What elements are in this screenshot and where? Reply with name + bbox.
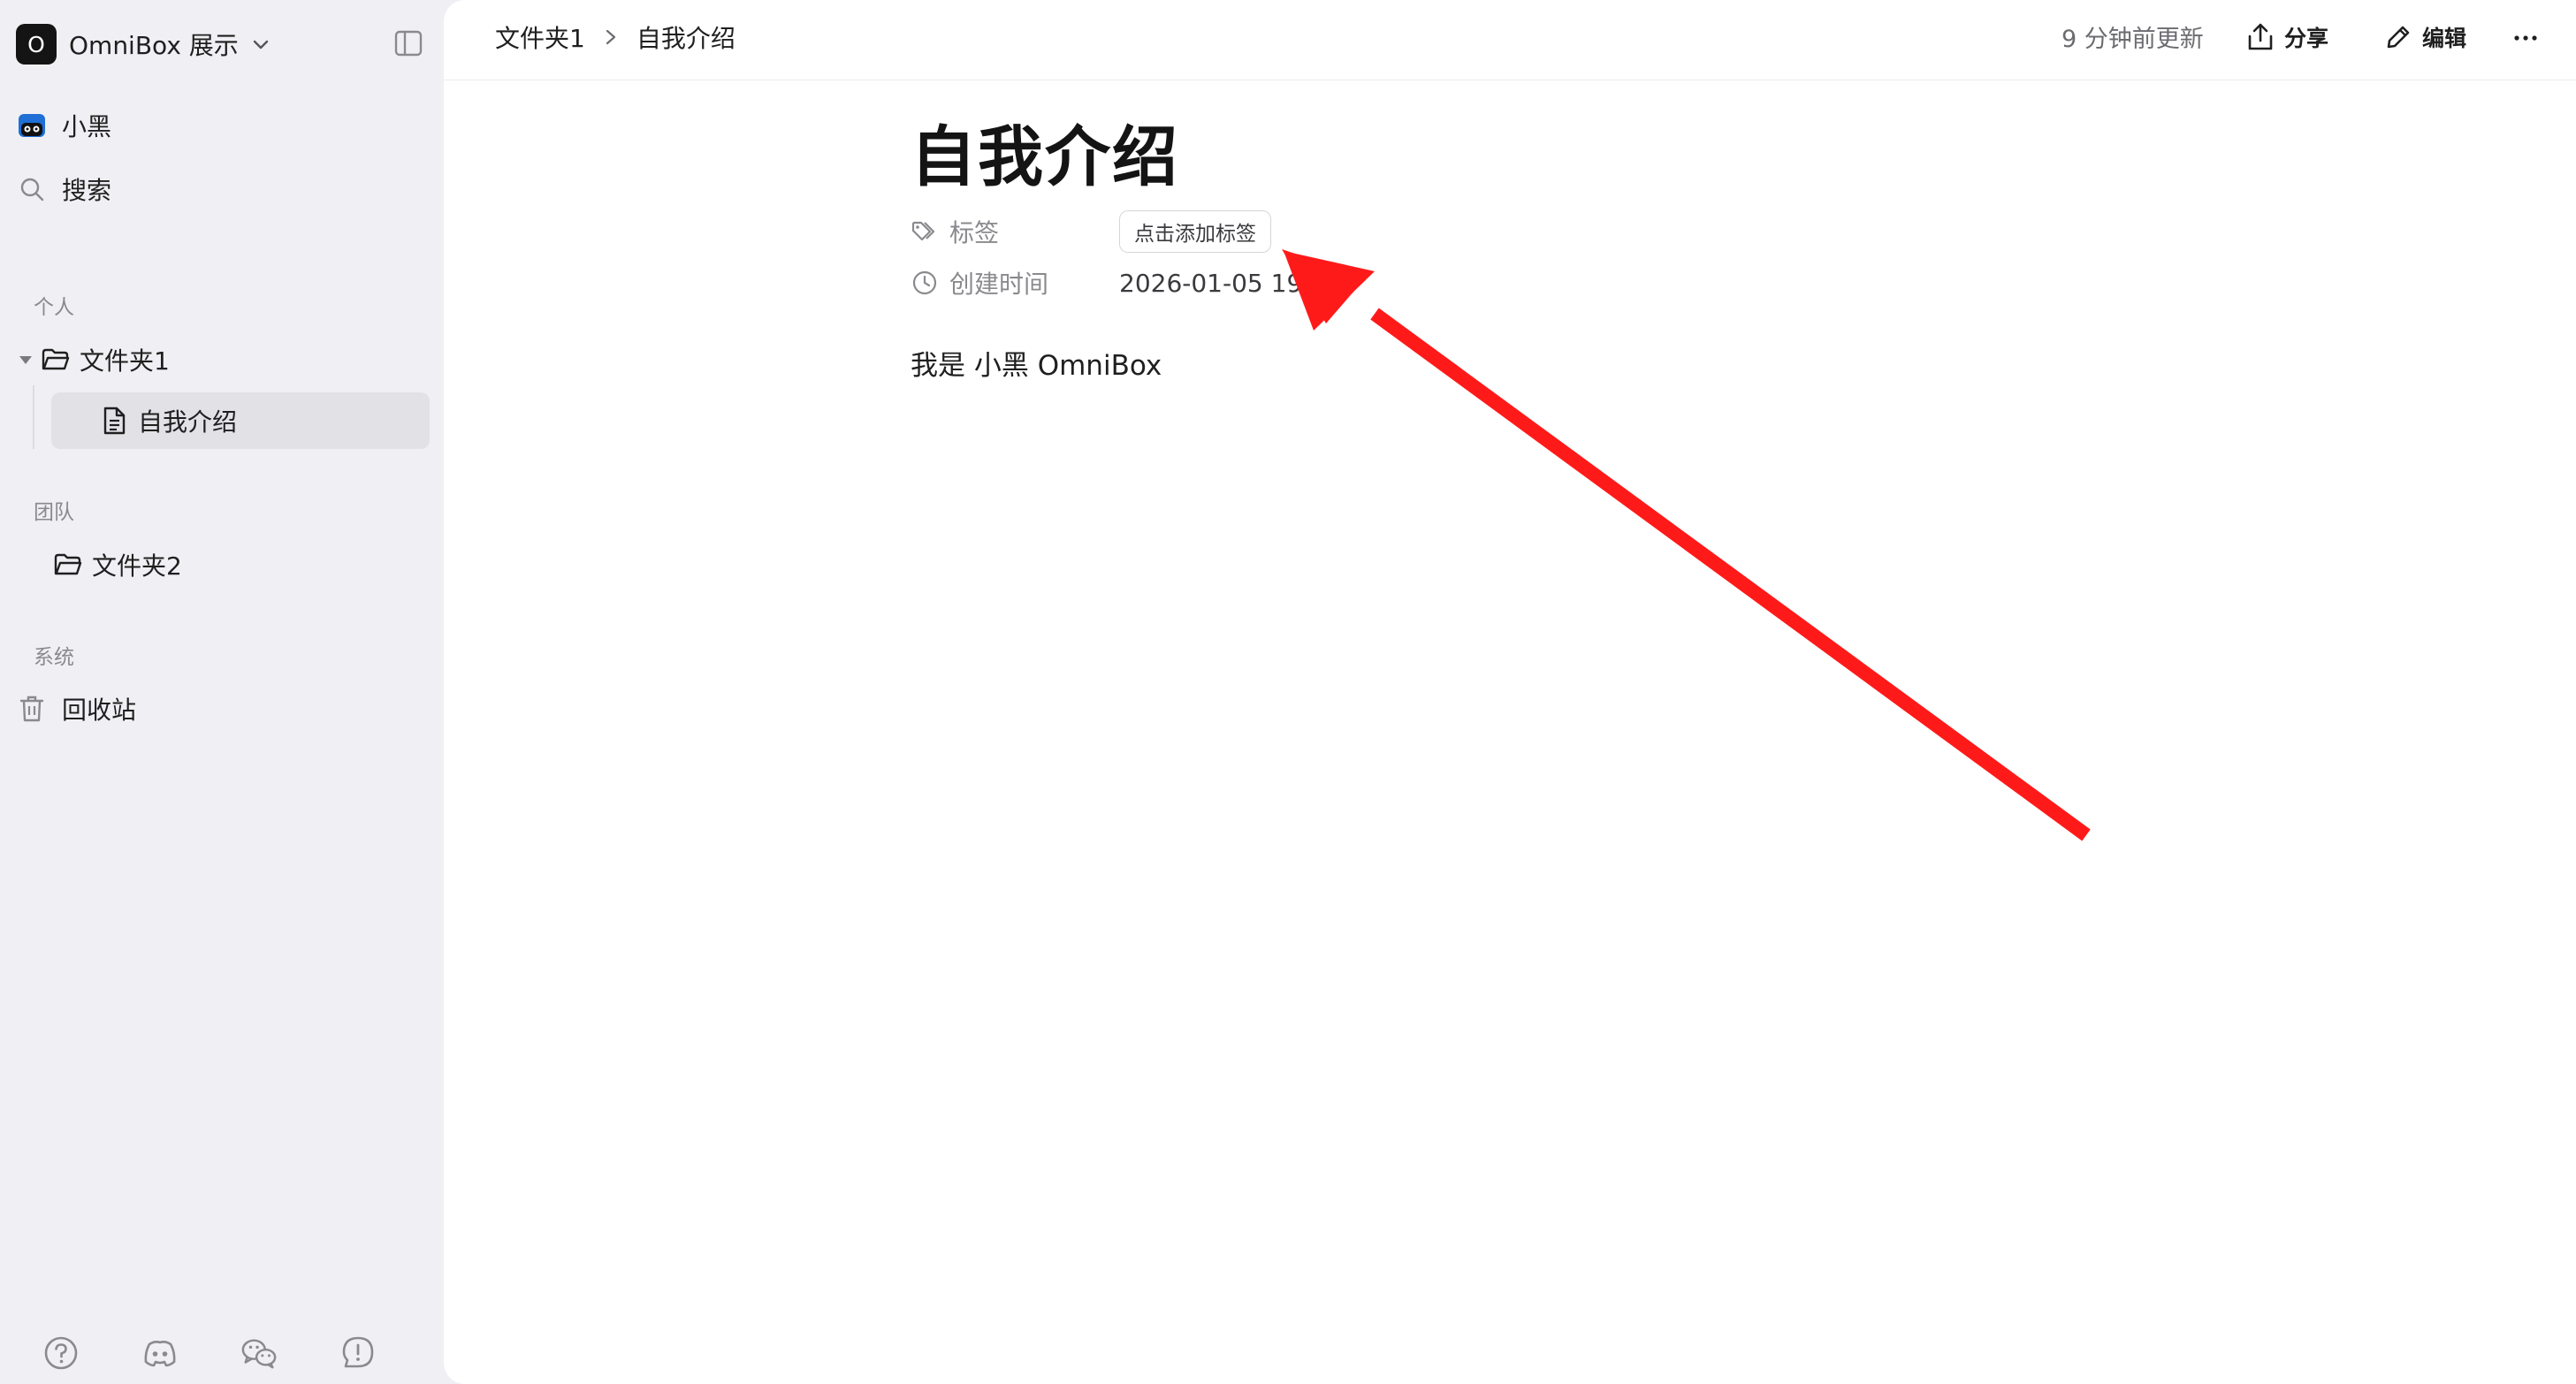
wechat-icon[interactable] (240, 1335, 278, 1372)
tree-guide-line (33, 385, 34, 449)
sidebar-item-trash-label: 回收站 (62, 696, 137, 725)
main-panel: 文件夹1 自我介绍 9 分钟前更新 分享 编辑 自我介绍 标签 点击添加标签 创… (444, 0, 2576, 1384)
property-created-label: 创建时间 (911, 265, 1119, 300)
property-tags-label: 标签 (911, 214, 1119, 249)
edit-button-label: 编辑 (2422, 26, 2467, 51)
folder-icon (53, 550, 83, 580)
tree-item-folder1-label: 文件夹1 (80, 346, 170, 376)
more-options-icon[interactable] (2512, 25, 2539, 55)
updated-timestamp: 9 分钟前更新 (2062, 26, 2204, 53)
chevron-down-icon (251, 34, 271, 54)
workspace-badge: O (16, 24, 57, 65)
pencil-icon (2385, 24, 2412, 50)
user-avatar-icon (16, 110, 48, 141)
sidebar-item-trash[interactable]: 回收站 (16, 689, 136, 728)
folder-open-icon (41, 345, 71, 375)
document-body[interactable]: 我是 小黑 OmniBox (911, 343, 1162, 383)
share-button-label: 分享 (2284, 26, 2329, 51)
sidebar-item-search-label: 搜索 (62, 176, 112, 205)
sidebar: O OmniBox 展示 小黑 搜索 个人 文件夹1 自我介绍 团队 文件夹2 … (0, 0, 444, 1384)
trash-icon (16, 693, 48, 725)
tree-item-folder2-label: 文件夹2 (92, 551, 182, 581)
caret-down-icon[interactable] (18, 354, 41, 366)
sidebar-toggle-icon[interactable] (394, 30, 423, 57)
property-created-text: 创建时间 (949, 270, 1049, 299)
breadcrumb: 文件夹1 自我介绍 (495, 19, 735, 55)
tag-icon (911, 217, 939, 246)
document-icon (99, 406, 129, 436)
property-created-row: 创建时间 2026-01-05 19:5 (911, 263, 1327, 302)
share-icon (2247, 23, 2274, 51)
clock-icon (911, 269, 939, 297)
sidebar-footer (42, 1335, 438, 1372)
document-title[interactable]: 自我介绍 (911, 104, 1179, 199)
section-label-team: 团队 (34, 501, 74, 524)
breadcrumb-current[interactable]: 自我介绍 (636, 19, 735, 55)
property-tags-text: 标签 (949, 218, 1000, 247)
chevron-right-icon (605, 28, 617, 46)
add-tag-button[interactable]: 点击添加标签 (1119, 210, 1271, 253)
tree-item-folder2[interactable]: 文件夹2 (53, 543, 182, 587)
share-button[interactable]: 分享 (2247, 18, 2328, 57)
property-tags-row: 标签 点击添加标签 (911, 210, 1271, 253)
document-topbar: 文件夹1 自我介绍 9 分钟前更新 分享 编辑 (444, 0, 2576, 80)
tree-item-folder1[interactable]: 文件夹1 (18, 338, 170, 382)
workspace-name: OmniBox 展示 (69, 31, 239, 60)
sidebar-item-user[interactable]: 小黑 (16, 106, 111, 145)
help-icon[interactable] (42, 1335, 80, 1372)
tree-item-doc-intro[interactable]: 自我介绍 (99, 399, 237, 443)
feedback-icon[interactable] (339, 1335, 377, 1372)
sidebar-item-search[interactable]: 搜索 (16, 170, 111, 209)
section-label-personal: 个人 (34, 296, 74, 319)
workspace-switcher[interactable]: O OmniBox 展示 (16, 23, 271, 65)
discord-icon[interactable] (141, 1335, 179, 1372)
tree-item-doc-intro-label: 自我介绍 (138, 407, 238, 437)
created-time-value: 2026-01-05 19:5 (1119, 268, 1327, 298)
edit-button[interactable]: 编辑 (2385, 18, 2466, 57)
sidebar-item-user-label: 小黑 (62, 112, 112, 141)
section-label-system: 系统 (34, 646, 74, 669)
breadcrumb-folder[interactable]: 文件夹1 (495, 19, 585, 55)
search-icon (16, 173, 48, 205)
